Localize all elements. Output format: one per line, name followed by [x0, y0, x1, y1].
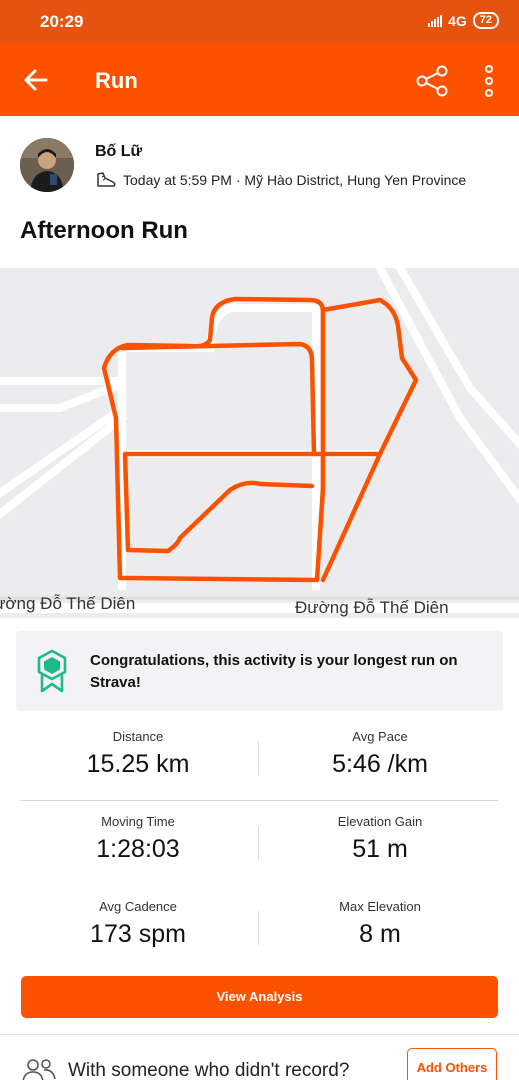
view-analysis-button[interactable]: View Analysis: [21, 976, 498, 1018]
route-line: [122, 451, 315, 554]
shoe-icon: [97, 172, 116, 187]
back-arrow-icon[interactable]: [22, 66, 50, 94]
status-indicators: 4G 72: [428, 12, 499, 29]
section-divider: [0, 1034, 519, 1035]
stat-label-distance: Distance: [112, 729, 164, 744]
signal-icon: [428, 14, 443, 27]
stats-divider: [20, 800, 498, 801]
street-label-right: Đường Đỗ Thế Diên: [295, 598, 449, 617]
status-time: 20:29: [40, 12, 84, 31]
record-question-text: With someone who didn't record?: [68, 1060, 350, 1080]
stat-value-moving-time: 1:28:03: [96, 835, 180, 863]
map-road: [0, 412, 128, 520]
achievement-badge-icon: [37, 649, 67, 693]
stat-label-elevation-gain: Elevation Gain: [337, 814, 423, 829]
stat-divider: [258, 911, 259, 945]
map-canvas: [0, 268, 519, 613]
stat-label-avg-pace: Avg Pace: [352, 729, 408, 744]
stat-value-max-elevation: 8 m: [359, 920, 401, 948]
activity-title: Afternoon Run: [20, 217, 188, 244]
add-others-button[interactable]: Add Others: [407, 1048, 497, 1080]
app-bar: Run: [0, 44, 519, 116]
athlete-avatar[interactable]: [20, 138, 74, 192]
achievement-text: Congratulations, this activity is your l…: [90, 652, 458, 691]
stat-label-moving-time: Moving Time: [101, 814, 175, 829]
athlete-name[interactable]: Bố Lữ: [95, 143, 142, 161]
map-road: [0, 380, 122, 412]
status-bar: 20:29 4G 72: [0, 0, 519, 44]
map-road: [228, 304, 320, 590]
share-icon[interactable]: [415, 64, 449, 98]
people-icon: [22, 1059, 56, 1080]
stat-divider: [258, 826, 259, 860]
activity-meta: Today at 5:59 PM · Mỹ Hào District, Hung…: [95, 171, 466, 189]
map-road: [0, 407, 122, 498]
activity-meta-text: Today at 5:59 PM · Mỹ Hào District, Hung…: [123, 172, 467, 188]
avatar-photo: [20, 138, 74, 192]
page-title: Run: [95, 68, 138, 93]
stat-divider: [258, 741, 259, 775]
stat-value-avg-pace: 5:46 /km: [332, 750, 428, 778]
network-type: 4G: [448, 12, 467, 29]
route-map[interactable]: ường Đỗ Thế Diên Đường Đỗ Thế Diên: [0, 268, 519, 618]
stat-value-distance: 15.25 km: [86, 750, 190, 778]
stat-label-avg-cadence: Avg Cadence: [99, 899, 177, 914]
route-line: [119, 297, 419, 583]
stat-value-elevation-gain: 51 m: [352, 835, 408, 863]
street-label-left: ường Đỗ Thế Diên: [0, 594, 136, 613]
stat-label-max-elevation: Max Elevation: [339, 899, 421, 914]
battery-icon: 72: [472, 12, 499, 29]
stat-value-avg-cadence: 173 spm: [90, 920, 186, 948]
achievement-banner[interactable]: Congratulations, this activity is your l…: [16, 631, 503, 711]
more-options-icon[interactable]: [482, 64, 496, 98]
map-road: [375, 268, 519, 504]
